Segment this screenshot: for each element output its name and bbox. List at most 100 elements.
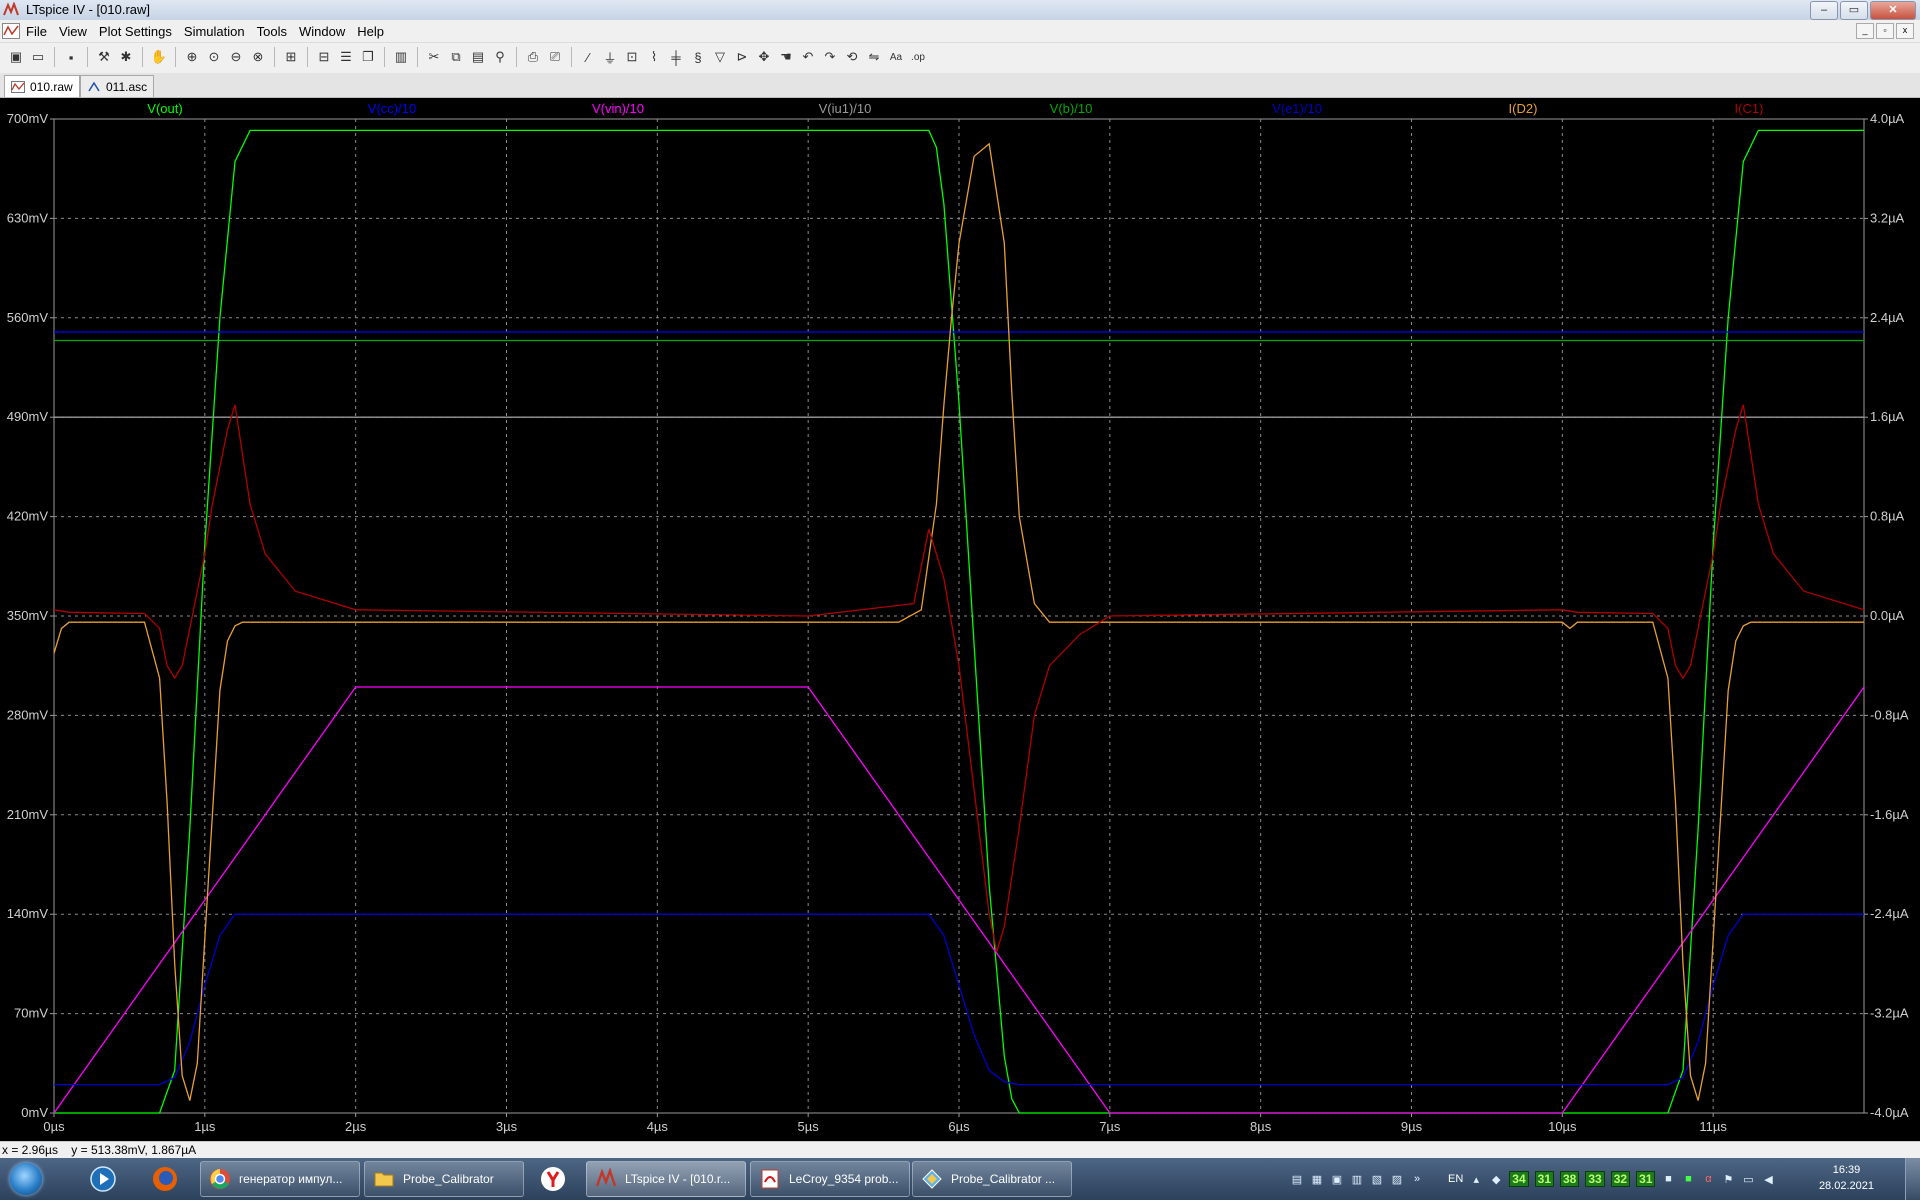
- paste-icon[interactable]: ▤: [468, 47, 488, 67]
- taskbar-pdf[interactable]: LeCroy_9354 prob...: [750, 1161, 910, 1197]
- minimize-button[interactable]: –: [1810, 1, 1838, 20]
- diagram-icon: [922, 1169, 942, 1189]
- temp-badge[interactable]: 32: [1610, 1171, 1631, 1187]
- find-icon[interactable]: ⚲: [490, 47, 510, 67]
- text-icon[interactable]: Aa: [886, 47, 906, 67]
- calendar-tray-icon[interactable]: ▨: [1390, 1172, 1404, 1186]
- temp-badge[interactable]: 34: [1509, 1171, 1529, 1187]
- menu-window[interactable]: Window: [293, 24, 351, 39]
- waveform-plot[interactable]: 0µs 1µs 2µs 3µs 4µs 5µs 6µs 7µs 8µs 9µs 10µs 11µs 0m…: [0, 98, 1920, 1141]
- green-square-icon[interactable]: ■: [1681, 1172, 1695, 1186]
- print-setup-icon[interactable]: ⎚: [545, 47, 565, 67]
- run-icon[interactable]: ✱: [116, 47, 136, 67]
- diode-icon[interactable]: ▽: [710, 47, 730, 67]
- menu-plot-settings[interactable]: Plot Settings: [93, 24, 178, 39]
- rotate-icon[interactable]: ⟲: [842, 47, 862, 67]
- alpha-tray-icon[interactable]: α: [1701, 1172, 1715, 1186]
- menu-view[interactable]: View: [53, 24, 93, 39]
- chevron-up-icon[interactable]: ▴: [1469, 1172, 1483, 1186]
- taskbar-folder[interactable]: Probe_Calibrator: [364, 1161, 524, 1197]
- firefox-pin[interactable]: [140, 1161, 190, 1197]
- ltspice-icon: [3, 2, 19, 16]
- toolbar: ▣ ▭ ▪ ⚒ ✱ ✋ ⊕ ⊙ ⊖ ⊗ ⊞ ⊟ ☰ ❐ ▥ ✂ ⧉ ▤ ⚲ ⎙ ⎚ ∕ ⏚ ⊡ ⌇ ╪ § ▽ ⊳ ✥ ☚ ↶ ↷ ⟲ ⇋ Aa .op: [0, 42, 1920, 73]
- tile-horizontal-icon[interactable]: ☰: [336, 47, 356, 67]
- menu-tools[interactable]: Tools: [251, 24, 293, 39]
- menu-simulation[interactable]: Simulation: [178, 24, 251, 39]
- cascade-icon[interactable]: ❐: [358, 47, 378, 67]
- zoom-in-icon[interactable]: ⊕: [182, 47, 202, 67]
- drag-icon[interactable]: ☚: [776, 47, 796, 67]
- volume-icon[interactable]: ◀: [1761, 1172, 1775, 1186]
- y-right-tick-label: -1.6µA: [1870, 807, 1909, 822]
- temp-badge[interactable]: 31: [1534, 1171, 1554, 1187]
- spice-directive-icon[interactable]: .op: [908, 47, 928, 67]
- monitor-tray-icon[interactable]: ▭: [1741, 1172, 1755, 1186]
- mirror-icon[interactable]: ⇋: [864, 47, 884, 67]
- close-button[interactable]: ✕: [1870, 1, 1916, 20]
- start-button[interactable]: [4, 1159, 48, 1199]
- clock[interactable]: 16:39 28.02.2021: [1819, 1162, 1874, 1194]
- language-indicator[interactable]: EN: [1448, 1173, 1463, 1185]
- tab-011-asc[interactable]: 011.asc: [80, 75, 155, 97]
- taskbar-ltspice[interactable]: LTspice IV - [010.r...: [586, 1161, 746, 1197]
- cut-icon[interactable]: ✂: [424, 47, 444, 67]
- undo-icon[interactable]: ↶: [798, 47, 818, 67]
- documents-tray-icon[interactable]: ▦: [1310, 1172, 1324, 1186]
- save-icon[interactable]: ▪: [61, 47, 81, 67]
- print-icon[interactable]: ⎙: [523, 47, 543, 67]
- waveform-icon[interactable]: [2, 23, 20, 39]
- x-tick-label: 2µs: [345, 1119, 367, 1134]
- flag-tray-icon[interactable]: ⚑: [1721, 1172, 1735, 1186]
- mark-icon[interactable]: ⊟: [314, 47, 334, 67]
- zoom-area-icon[interactable]: ⊙: [204, 47, 224, 67]
- waveform-chart[interactable]: 0µs 1µs 2µs 3µs 4µs 5µs 6µs 7µs 8µs 9µs 10µs 11µs 0m…: [0, 98, 1920, 1141]
- gpu-tray-icon[interactable]: ■: [1661, 1172, 1675, 1186]
- taskbar-diagram[interactable]: Probe_Calibrator ...: [912, 1161, 1072, 1197]
- temp-badge[interactable]: 33: [1585, 1171, 1605, 1187]
- capacitor-icon[interactable]: ╪: [666, 47, 686, 67]
- move-icon[interactable]: ✥: [754, 47, 774, 67]
- ground-icon[interactable]: ⏚: [600, 47, 620, 67]
- taskbar-chrome[interactable]: генератор импул...: [200, 1161, 360, 1197]
- folder-tray-icon[interactable]: ▤: [1290, 1172, 1304, 1186]
- window-title: LTspice IV - [010.raw]: [26, 2, 151, 17]
- redo-icon[interactable]: ↷: [820, 47, 840, 67]
- computer-tray-icon[interactable]: ▥: [1350, 1172, 1364, 1186]
- mdi-minimize-button[interactable]: _: [1856, 23, 1874, 39]
- zoom-fit-icon[interactable]: ⊗: [248, 47, 268, 67]
- menu-help[interactable]: Help: [351, 24, 390, 39]
- copy-icon[interactable]: ⧉: [446, 47, 466, 67]
- control-panel-icon[interactable]: ⚒: [94, 47, 114, 67]
- show-desktop-button[interactable]: [1905, 1158, 1920, 1200]
- legend-label: V(out): [147, 101, 182, 116]
- chevron-right-icon[interactable]: »: [1410, 1172, 1424, 1186]
- inductor-icon[interactable]: §: [688, 47, 708, 67]
- yandex-pin[interactable]: [528, 1161, 578, 1197]
- mdi-restore-button[interactable]: ▫: [1876, 23, 1894, 39]
- taskbar-label: генератор импул...: [239, 1172, 343, 1186]
- legend-label: V(cc)/10: [368, 101, 416, 116]
- wire-icon[interactable]: ∕: [578, 47, 598, 67]
- display-tray-icon[interactable]: ▧: [1370, 1172, 1384, 1186]
- shield-tray-icon[interactable]: ◆: [1489, 1172, 1503, 1186]
- pan-icon[interactable]: ✋: [149, 47, 169, 67]
- component-icon[interactable]: ⊳: [732, 47, 752, 67]
- tab-010-raw[interactable]: 010.raw: [4, 75, 80, 97]
- open-icon[interactable]: ▭: [28, 47, 48, 67]
- autorange-icon[interactable]: ⊞: [281, 47, 301, 67]
- temp-badge[interactable]: 38: [1560, 1171, 1580, 1187]
- tile-vertical-icon[interactable]: ▥: [391, 47, 411, 67]
- resistor-icon[interactable]: ⌇: [644, 47, 664, 67]
- media-player-pin[interactable]: [78, 1161, 128, 1197]
- mdi-close-button[interactable]: x: [1896, 23, 1914, 39]
- media-player-icon: [90, 1166, 116, 1192]
- label-icon[interactable]: ⊡: [622, 47, 642, 67]
- temp-badge[interactable]: 31: [1636, 1171, 1656, 1187]
- zoom-out-icon[interactable]: ⊖: [226, 47, 246, 67]
- menu-file[interactable]: File: [20, 24, 53, 39]
- maximize-button[interactable]: ▭: [1840, 1, 1868, 20]
- document-tabs: 010.raw 011.asc: [0, 73, 1920, 98]
- y-right-tick-label: 0.8µA: [1870, 509, 1905, 524]
- new-schematic-icon[interactable]: ▣: [6, 47, 26, 67]
- network-tray-icon[interactable]: ▣: [1330, 1172, 1344, 1186]
